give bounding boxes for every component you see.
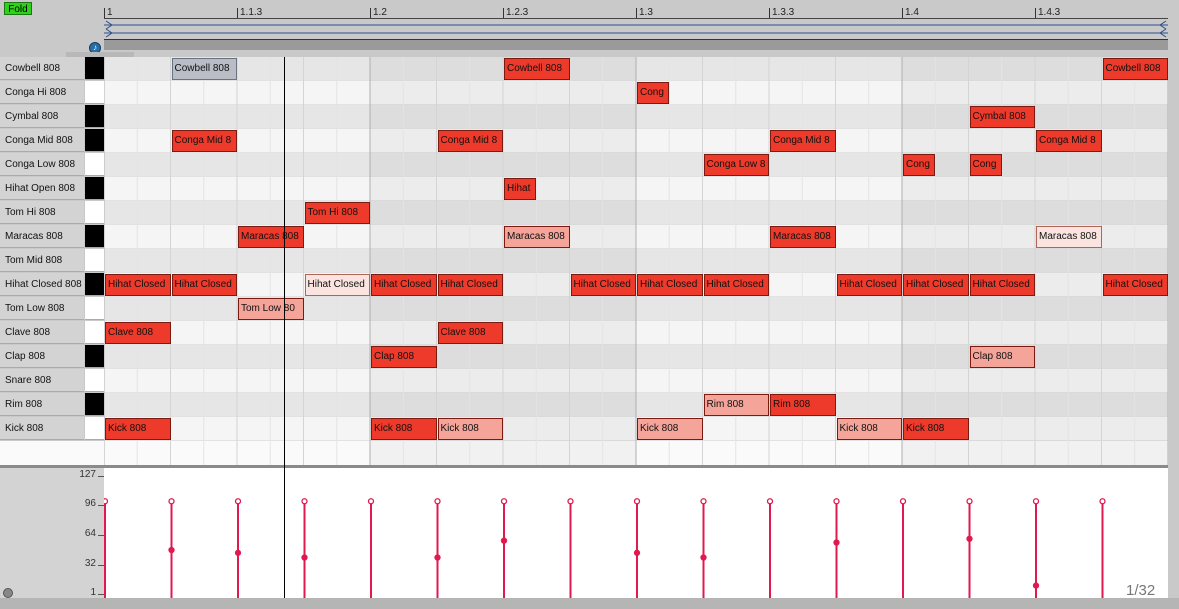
midi-note[interactable]: Cowbell 808 [504,58,570,80]
midi-note[interactable]: Hihat Closed [304,274,370,296]
loop-brace[interactable] [104,19,1168,40]
midi-note[interactable]: Kick 808 [637,418,703,440]
midi-note[interactable]: Hihat Closed [637,274,703,296]
velocity-editor[interactable] [104,468,1168,598]
midi-editor: Fold 1 1.1.3 1.2 1.2.3 1.3 1.3.3 1.4 1.4.3 ♪ Co… [0,0,1179,609]
velocity-handle [168,498,175,505]
velocity-handle [966,498,973,505]
midi-note[interactable]: Hihat Closed [903,274,969,296]
fold-button[interactable]: Fold [4,2,32,15]
ruler-mark: 1.2.3 [503,8,528,18]
midi-note[interactable]: Clap 808 [969,346,1035,368]
velocity-handle [833,498,840,505]
ruler-mark: 1 [104,8,113,18]
velocity-axis-label: 32 [84,557,96,569]
velocity-stems [104,498,1106,598]
midi-note[interactable]: Clave 808 [105,322,171,344]
midi-note[interactable]: Conga Low 8 [703,154,769,176]
velocity-handle [633,498,641,505]
midi-note[interactable]: Cong [903,154,936,176]
playhead-cursor [284,57,285,598]
velocity-handle [104,498,109,505]
velocity-handle [234,549,242,556]
ruler-mark: 1.3 [636,8,653,18]
midi-note[interactable]: Hihat Closed [437,274,503,296]
velocity-handle [301,554,308,561]
velocity-handle [966,535,973,542]
velocity-handle [1032,582,1040,589]
velocity-handle [367,498,375,505]
midi-note[interactable]: Cymbal 808 [969,106,1035,128]
midi-note[interactable]: Hihat Closed [836,274,902,296]
ruler-mark: 1.1.3 [237,8,262,18]
bottom-scrollbar[interactable] [0,598,1179,609]
timeline-ruler[interactable]: 1 1.1.3 1.2 1.2.3 1.3 1.3.3 1.4 1.4.3 [104,4,1168,19]
note-layer: Cowbell 808 Cowbell 808 Cowbell 808 Cong Cym… [0,57,1168,465]
midi-note[interactable]: Conga Mid 8 [437,130,503,152]
velocity-handle [833,539,840,546]
velocity-handle [700,498,707,505]
midi-note[interactable]: Cong [637,82,670,104]
velocity-handle [234,498,242,505]
velocity-axis-label: 1 [90,587,96,598]
midi-note[interactable]: Hihat Closed [570,274,636,296]
velocity-handle [899,498,907,505]
midi-note[interactable]: Conga Mid 8 [171,130,237,152]
midi-note[interactable]: Kick 808 [437,418,503,440]
window-edge [1168,0,1179,609]
midi-note[interactable]: Kick 808 [371,418,437,440]
velocity-handle [434,498,441,505]
page-indicator: 1/32 [1126,582,1156,599]
midi-note[interactable]: Cowbell 808 [171,58,237,80]
velocity-axis-label: 64 [84,528,96,539]
velocity-handle [168,546,175,554]
velocity-axis: 127 96 64 32 1 [0,468,104,598]
loop-brace-graphic [104,20,1168,38]
midi-note[interactable]: Hihat Closed [703,274,769,296]
midi-note[interactable]: Kick 808 [105,418,171,440]
midi-note[interactable]: Tom Hi 808 [304,202,370,224]
velocity-axis-label: 127 [79,469,96,480]
midi-note[interactable]: Hihat Closed [171,274,237,296]
midi-note[interactable]: Maracas 808 [1036,226,1102,248]
midi-note[interactable]: Rim 808 [770,394,836,416]
velocity-axis-label: 96 [84,498,96,510]
ruler-mark: 1.4 [902,8,919,18]
midi-note[interactable]: Clap 808 [371,346,437,368]
midi-note[interactable]: Kick 808 [836,418,902,440]
midi-note[interactable]: Conga Mid 8 [1036,130,1102,152]
velocity-handle [766,498,774,505]
midi-note[interactable]: Cowbell 808 [1102,58,1168,80]
midi-note[interactable]: Maracas 808 [238,226,304,248]
velocity-handle [500,537,508,544]
velocity-handle [500,498,508,505]
play-icon[interactable] [3,588,13,598]
ruler-mark: 1.4.3 [1035,8,1060,18]
velocity-handle [434,554,441,561]
midi-note[interactable]: Kick 808 [903,418,969,440]
horizontal-scrollbar[interactable] [104,40,1168,50]
midi-note[interactable]: Conga Mid 8 [770,130,836,152]
velocity-handle [567,498,574,505]
velocity-handle [1032,498,1040,505]
midi-note[interactable]: Hihat [504,178,537,200]
midi-note[interactable]: Hihat Closed [105,274,171,296]
velocity-handle [700,554,707,561]
ruler-mark: 1.2 [370,8,387,18]
midi-note[interactable]: Hihat Closed [371,274,437,296]
midi-note[interactable]: Hihat Closed [1102,274,1168,296]
velocity-handle [633,549,641,556]
velocity-handle [301,498,308,505]
midi-note[interactable]: Cong [969,154,1002,176]
midi-note[interactable]: Maracas 808 [770,226,836,248]
midi-note[interactable]: Rim 808 [703,394,769,416]
midi-note[interactable]: Clave 808 [437,322,503,344]
midi-note[interactable]: Tom Low 80 [238,298,304,320]
velocity-handle [1099,498,1106,505]
midi-note[interactable]: Hihat Closed [969,274,1035,296]
midi-note[interactable]: Maracas 808 [504,226,570,248]
ruler-mark: 1.3.3 [769,8,794,18]
